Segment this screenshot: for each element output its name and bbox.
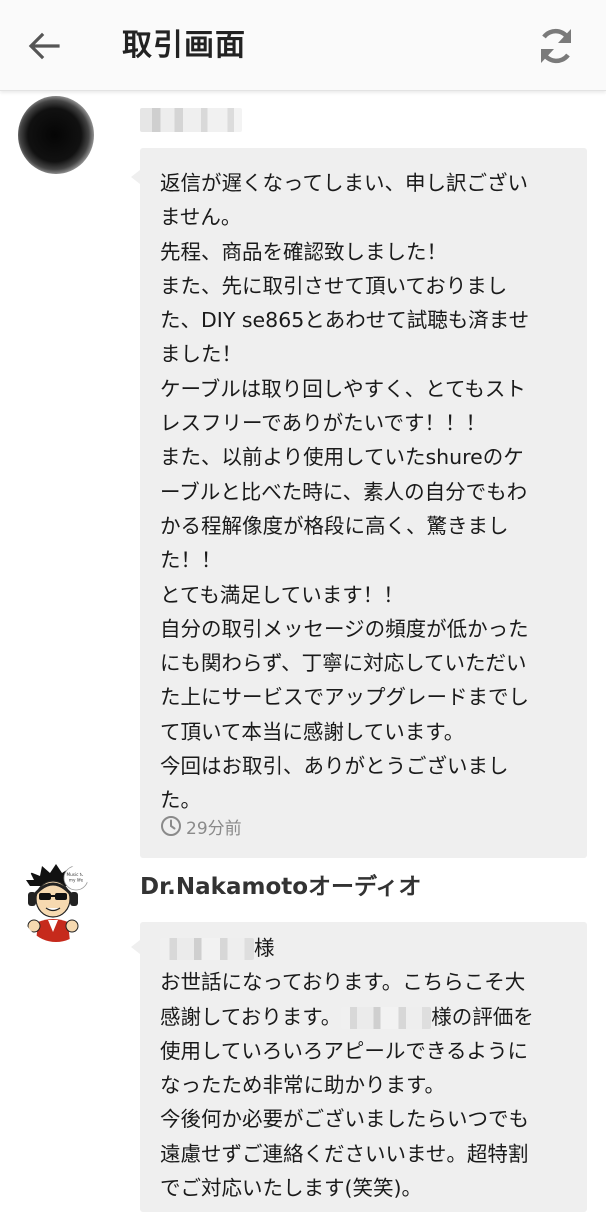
message-line: ケーブルは取り回しやすく、とてもスト: [160, 376, 526, 401]
page-title: 取引画面: [122, 28, 246, 63]
message-line: また、先に取引させて頂いておりまし: [160, 273, 508, 298]
message-line: 感謝しております。 様の評価を: [160, 1000, 577, 1034]
message-line: かる程解像度が格段に高く、驚きまし: [160, 513, 509, 538]
message-bubble: 返信が遅くなってしまい、申し訳ござい ません。 先程、商品を確認致しました！ ま…: [131, 148, 587, 858]
message-line: 今後何か必要がございましたらいつでも: [160, 1107, 529, 1132]
message-line: 遠慮せずご連絡くださいいませ。超特割: [160, 1141, 529, 1166]
message-line: た上にサービスでアップグレードまでし: [160, 685, 529, 710]
app-header: 取引画面: [0, 0, 606, 91]
message-line: 使用していろいろアピールできるように: [160, 1038, 528, 1063]
message-line: ません。: [160, 205, 242, 230]
blurred-username: [160, 938, 254, 960]
message-line: て頂いて本当に感謝しています。: [160, 719, 465, 744]
message-line: ました！: [160, 342, 242, 367]
message-line-text: 感謝しております。: [160, 1004, 342, 1029]
message-line-text: 様: [254, 936, 275, 960]
avatar-caption-text: Music for: [66, 872, 85, 877]
back-button[interactable]: [22, 24, 66, 68]
message-line: 先程、商品を確認致しました！: [160, 239, 447, 264]
timestamp-text: 29分前: [186, 818, 242, 839]
message-line: とても満足しています！！: [160, 582, 404, 607]
refresh-icon: [540, 28, 572, 64]
message-line: なったため非常に助かります。: [160, 1073, 445, 1098]
message-text: 様 お世話になっております。こちらこそ大 感謝しております。 様の評価を 使用して…: [160, 931, 577, 1205]
arrow-left-icon: [28, 32, 60, 60]
message-line: た、DIY se865とあわせて試聴も済ませ: [160, 308, 530, 333]
message-bubble: 様 お世話になっております。こちらこそ大 感謝しております。 様の評価を 使用して…: [131, 922, 587, 1212]
message-line: 返信が遅くなってしまい、申し訳ござい: [160, 171, 528, 195]
message-line: 様: [160, 931, 577, 965]
sender-name[interactable]: Dr.Nakamotoオーディオ: [140, 870, 421, 904]
message-line: レスフリーでありがたいです！！！: [160, 411, 486, 436]
refresh-button[interactable]: [532, 22, 580, 70]
message-line: にも関わらず、丁寧に対応していただい: [160, 651, 527, 676]
message-line: 今回はお取引、ありがとうございまし: [160, 754, 509, 779]
message-line-text: 様の評価を: [431, 1004, 534, 1029]
message-line: また、以前より使用していたshureのケ: [160, 445, 524, 470]
message-line: 自分の取引メッセージの頻度が低かった: [160, 616, 529, 641]
avatar-caption-text: my life: [69, 878, 84, 883]
message-timestamp: 29分前: [160, 812, 242, 840]
message-line: お世話になっております。こちらこそ大: [160, 970, 526, 995]
cartoon-headphones-avatar-icon: Music for my life: [26, 864, 89, 942]
clock-icon: [161, 816, 181, 836]
shop-avatar[interactable]: Music for my life: [20, 862, 92, 942]
blurred-username: [140, 108, 242, 132]
message-text: 返信が遅くなってしまい、申し訳ござい ません。 先程、商品を確認致しました！ ま…: [160, 166, 577, 818]
user-avatar[interactable]: [18, 96, 94, 174]
blurred-username: [341, 1006, 432, 1029]
message-line: ーブルと比べた時に、素人の自分でもわ: [160, 479, 528, 504]
message-line: でご対応いたします(笑笑)。: [160, 1176, 422, 1201]
message-line: た！！: [160, 548, 222, 573]
